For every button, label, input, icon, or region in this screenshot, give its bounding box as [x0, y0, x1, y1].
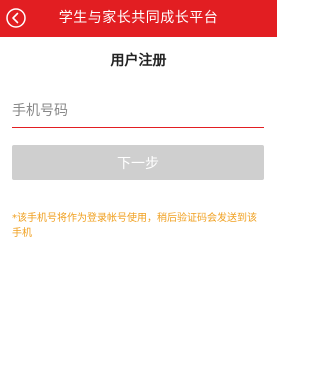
- app-header: 学生与家长共同成长平台: [0, 0, 277, 37]
- header-title: 学生与家长共同成长平台: [58, 10, 219, 26]
- phone-number-input[interactable]: [12, 94, 264, 128]
- page-title: 用户注册: [110, 53, 167, 69]
- next-step-button[interactable]: 下一步: [12, 145, 264, 180]
- account-hint-text: *该手机号将作为登录帐号使用，稍后验证码会发送到该手机: [12, 213, 257, 239]
- register-screen: 学生与家长共同成长平台 用户注册 下一步 *该手机号将作为登录帐号使用，稍后验证…: [0, 0, 277, 373]
